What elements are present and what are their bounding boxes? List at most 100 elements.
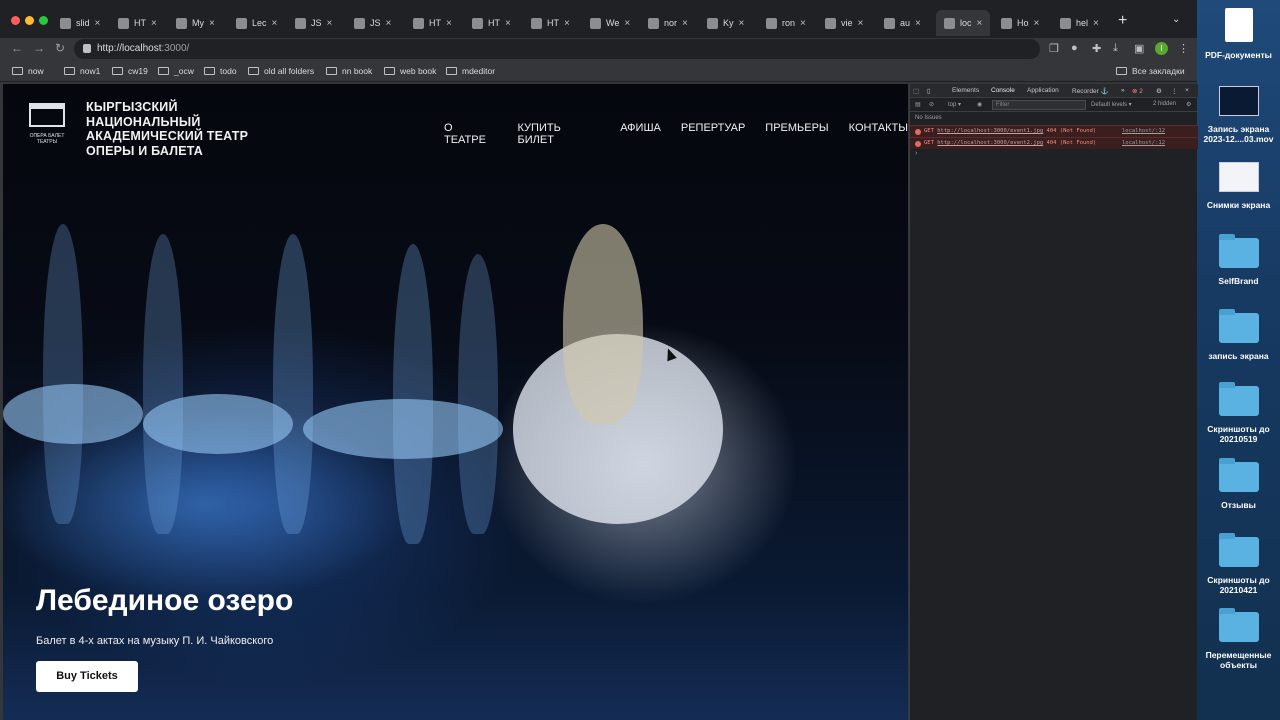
address-bar[interactable]: http://localhost:3000/: [74, 39, 1040, 59]
forward-arrow-icon[interactable]: →: [33, 41, 45, 55]
devtools-tab-recorder[interactable]: Recorder ⚓: [1072, 87, 1109, 95]
browser-tab[interactable]: JS ×: [295, 12, 332, 34]
devtools-tab-console[interactable]: Console: [991, 87, 1015, 94]
browser-tab[interactable]: We ×: [590, 12, 630, 34]
new-tab-button[interactable]: +: [1118, 12, 1127, 30]
puzzle-extensions-icon[interactable]: ✚: [1092, 42, 1101, 55]
close-tab-icon[interactable]: ×: [272, 18, 278, 29]
log-levels-dropdown[interactable]: Default levels ▾: [1091, 101, 1132, 108]
devtools-menu-icon[interactable]: ⋮: [1171, 87, 1178, 95]
request-url-link[interactable]: http://localhost:3000/event2.jpg: [937, 140, 1043, 146]
side-panel-icon[interactable]: ▣: [1134, 42, 1144, 55]
nav-link-about[interactable]: О ТЕАТРЕ: [444, 122, 498, 146]
close-tab-icon[interactable]: ×: [564, 18, 570, 29]
console-error-row[interactable]: GET http://localhost:3000/event2.jpg 404…: [910, 137, 1198, 149]
minimize-window-button[interactable]: [25, 16, 34, 25]
browser-tab[interactable]: nor ×: [648, 12, 688, 34]
tab-search-chevron-icon[interactable]: ⌄: [1172, 14, 1180, 25]
nav-link-buy-ticket[interactable]: КУПИТЬ БИЛЕТ: [518, 122, 601, 146]
desktop-item-selfbrand[interactable]: SelfBrand: [1197, 234, 1280, 286]
request-url-link[interactable]: http://localhost:3000/event1.jpg: [937, 128, 1043, 134]
devtools-tab-application[interactable]: Application: [1027, 87, 1059, 94]
nav-link-poster[interactable]: АФИША: [620, 122, 661, 146]
browser-tab[interactable]: loc ×: [936, 10, 991, 36]
close-tab-icon[interactable]: ×: [800, 18, 806, 29]
error-source-link[interactable]: localhost/:12: [1122, 140, 1165, 146]
console-settings-icon[interactable]: ⚙: [1186, 101, 1191, 108]
close-tab-icon[interactable]: ×: [977, 18, 983, 29]
bookmark-item[interactable]: _ocw: [158, 66, 194, 76]
desktop-item-moved-objects[interactable]: Перемещенные объекты: [1197, 608, 1280, 670]
device-toolbar-icon[interactable]: ▯: [927, 87, 931, 95]
error-count-badge[interactable]: ⊗ 2: [1132, 87, 1143, 95]
close-tab-icon[interactable]: ×: [95, 18, 101, 29]
back-arrow-icon[interactable]: ←: [11, 41, 23, 55]
buy-tickets-button[interactable]: Buy Tickets: [36, 661, 138, 692]
all-bookmarks-button[interactable]: Все закладки: [1116, 66, 1185, 76]
desktop-item-screen-record-folder[interactable]: запись экрана: [1197, 309, 1280, 361]
close-tab-icon[interactable]: ×: [151, 18, 157, 29]
close-tab-icon[interactable]: ×: [739, 18, 745, 29]
browser-tab[interactable]: Ho ×: [1001, 12, 1039, 34]
close-tab-icon[interactable]: ×: [858, 18, 864, 29]
desktop-item-screenshots[interactable]: Снимки экрана: [1197, 162, 1280, 210]
browser-tab[interactable]: au ×: [884, 12, 921, 34]
maximize-window-button[interactable]: [39, 16, 48, 25]
console-filter-input[interactable]: Filter: [992, 100, 1086, 110]
bookmark-item[interactable]: now1: [64, 66, 100, 76]
browser-tab[interactable]: ron ×: [766, 12, 806, 34]
devtools-tab-elements[interactable]: Elements: [952, 87, 979, 94]
bookmark-item[interactable]: todo: [204, 66, 237, 76]
settings-gear-icon[interactable]: ⚙: [1156, 87, 1162, 95]
close-tab-icon[interactable]: ×: [209, 18, 215, 29]
copy-icon[interactable]: ❐: [1049, 42, 1059, 55]
browser-tab[interactable]: Lec ×: [236, 12, 277, 34]
nav-link-contacts[interactable]: КОНТАКТЫ: [849, 122, 908, 146]
close-tab-icon[interactable]: ×: [505, 18, 511, 29]
theatre-logo[interactable]: ОПЕРА БАЛЕТ ТЕАТРЫ: [25, 99, 69, 157]
more-tabs-icon[interactable]: »: [1121, 87, 1125, 94]
bookmark-item[interactable]: web book: [384, 66, 436, 76]
bookmark-item[interactable]: cw19: [112, 66, 148, 76]
bookmark-item[interactable]: old all folders: [248, 66, 314, 76]
bookmark-item[interactable]: now: [12, 66, 44, 76]
error-source-link[interactable]: localhost/:12: [1122, 128, 1165, 134]
clear-console-icon[interactable]: ⊘: [929, 101, 934, 108]
browser-tab[interactable]: JS ×: [354, 12, 391, 34]
close-tab-icon[interactable]: ×: [446, 18, 452, 29]
page-info-icon[interactable]: [83, 44, 91, 53]
extension-icon[interactable]: ●: [1071, 42, 1078, 54]
nav-link-repertoire[interactable]: РЕПЕРТУАР: [681, 122, 745, 146]
desktop-item-screenshots-20210519[interactable]: Скриншоты до 20210519: [1197, 382, 1280, 444]
close-window-button[interactable]: [11, 16, 20, 25]
inspect-element-icon[interactable]: ⬚: [913, 87, 919, 95]
download-icon[interactable]: ⤓: [1113, 42, 1118, 55]
close-tab-icon[interactable]: ×: [1034, 18, 1040, 29]
browser-tab[interactable]: HT ×: [472, 12, 511, 34]
close-tab-icon[interactable]: ×: [624, 18, 630, 29]
browser-tab[interactable]: slid ×: [60, 12, 100, 34]
bookmark-item[interactable]: mdeditor: [446, 66, 495, 76]
browser-tab[interactable]: HT ×: [118, 12, 157, 34]
browser-tab[interactable]: Ky ×: [707, 12, 744, 34]
close-tab-icon[interactable]: ×: [915, 18, 921, 29]
reload-icon[interactable]: ↻: [55, 41, 65, 55]
close-tab-icon[interactable]: ×: [682, 18, 688, 29]
browser-menu-icon[interactable]: ⋮: [1178, 42, 1189, 55]
browser-tab[interactable]: hel ×: [1060, 12, 1099, 34]
close-tab-icon[interactable]: ×: [327, 18, 333, 29]
desktop-item-screenshots-20210421[interactable]: Скриншоты до 20210421: [1197, 533, 1280, 595]
browser-tab[interactable]: vie ×: [825, 12, 863, 34]
context-selector[interactable]: top ▾: [948, 101, 961, 108]
browser-tab[interactable]: My ×: [176, 12, 215, 34]
profile-avatar[interactable]: I: [1155, 42, 1168, 55]
close-devtools-icon[interactable]: ×: [1185, 87, 1189, 94]
bookmark-item[interactable]: nn book: [326, 66, 372, 76]
console-prompt[interactable]: ›: [915, 150, 917, 157]
close-tab-icon[interactable]: ×: [1093, 18, 1099, 29]
browser-tab[interactable]: HT ×: [531, 12, 570, 34]
console-error-row[interactable]: GET http://localhost:3000/event1.jpg 404…: [910, 125, 1198, 137]
nav-link-premieres[interactable]: ПРЕМЬЕРЫ: [765, 122, 828, 146]
desktop-item-pdf-documents[interactable]: PDF-документы: [1197, 8, 1280, 60]
browser-tab[interactable]: HT ×: [413, 12, 452, 34]
